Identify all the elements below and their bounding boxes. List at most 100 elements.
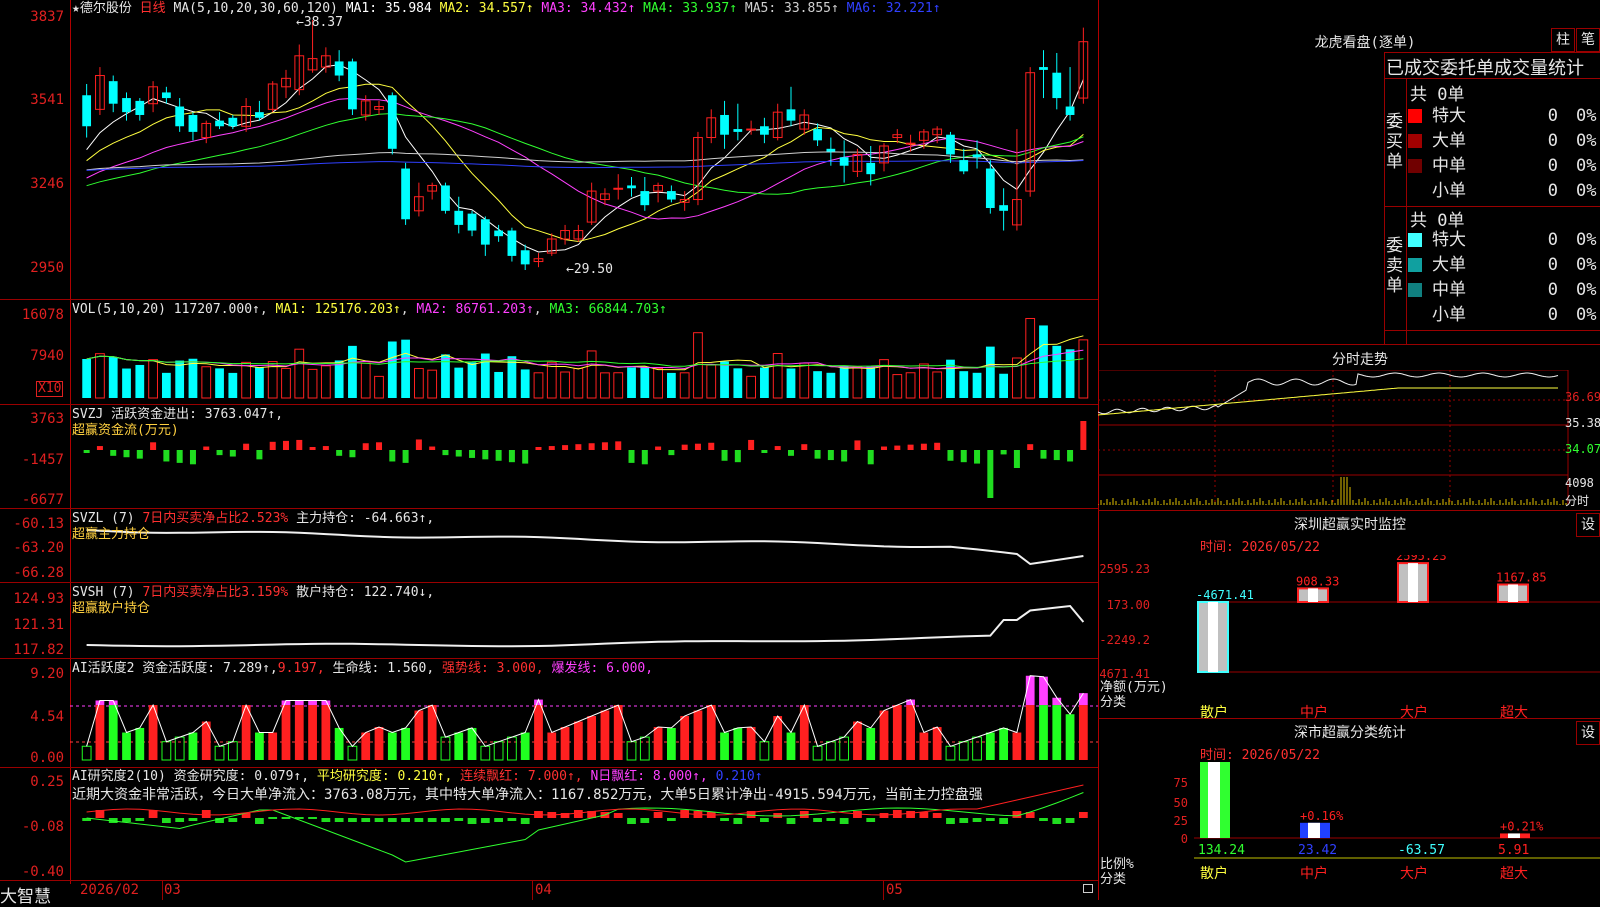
research-bar <box>348 818 357 822</box>
research-bar <box>122 818 131 822</box>
volume-bar <box>95 353 105 399</box>
research-bar <box>972 818 982 822</box>
flow-bar <box>243 443 250 450</box>
ytick: 75 <box>1174 776 1188 790</box>
activity-bar <box>361 732 371 760</box>
activity-bar <box>321 705 331 760</box>
volume-bar <box>533 372 544 399</box>
kline-chart-canvas[interactable] <box>0 0 1098 884</box>
flow-bar <box>934 442 941 450</box>
intraday-chart[interactable] <box>1098 370 1600 510</box>
intraday-price-line <box>1098 372 1559 415</box>
research-bar <box>161 818 171 823</box>
activity-bar <box>825 741 836 761</box>
research-bar <box>401 818 410 822</box>
candle-body <box>401 168 410 220</box>
candle-body <box>228 117 238 127</box>
flow-bar <box>947 450 954 461</box>
ma-legend-item: MA2: 34.557↑ <box>431 1 534 16</box>
flow-bar <box>881 446 888 450</box>
intraday-title: 分时走势 <box>1332 352 1388 368</box>
activity-bar <box>1012 732 1022 760</box>
lock-icon[interactable] <box>1083 884 1093 893</box>
order-count: 0 <box>1547 280 1558 300</box>
main-legend: ★德尔股份 日线 MA(5,10,20,30,60,120) MA1: 35.9… <box>72 1 941 17</box>
classify-settings-button[interactable]: 设 <box>1576 721 1600 745</box>
flow-bar <box>748 439 755 450</box>
volume-bar <box>679 372 690 399</box>
flow-bar <box>655 446 662 450</box>
flow-bar <box>495 450 502 461</box>
order-count: 0 <box>1547 106 1558 126</box>
research-bar <box>919 812 929 818</box>
favorite-star-icon[interactable]: ★ <box>72 1 80 16</box>
activity-bar <box>281 705 291 760</box>
volume-bar <box>600 372 610 399</box>
flow-bar <box>734 450 741 463</box>
flow-bar <box>376 442 383 450</box>
order-stat-row: 特大 0 0% <box>1408 228 1600 252</box>
activity-bar <box>733 727 743 760</box>
research-bar <box>760 818 769 822</box>
research-bar <box>480 818 490 823</box>
flow-bar <box>601 442 608 450</box>
intraday-vol-unit: 分时 <box>1565 494 1590 508</box>
volume-bar <box>546 361 557 399</box>
candle-body <box>613 187 624 190</box>
research-bar <box>786 818 796 824</box>
intraday-avg-line <box>1098 387 1558 416</box>
activity-bar <box>1039 705 1048 760</box>
flow-bar <box>1067 450 1074 462</box>
volume-bar <box>573 367 584 399</box>
color-swatch <box>1408 134 1422 148</box>
research-bar <box>946 818 955 824</box>
flow-bar <box>189 450 196 465</box>
candle-body <box>454 210 464 225</box>
flow-bar <box>469 450 476 458</box>
pen-view-button[interactable]: 笔 <box>1576 28 1600 52</box>
period-label[interactable]: 日线 <box>140 1 166 16</box>
flow-bar <box>482 450 489 460</box>
research-bar <box>334 818 344 822</box>
flow-bar <box>774 446 781 450</box>
activity-bar <box>401 727 410 760</box>
activity-bar <box>958 741 969 761</box>
flow-bar <box>163 450 170 462</box>
research-bar <box>175 818 185 822</box>
ratio-value: 5.91 <box>1498 843 1529 858</box>
order-percent: 0% <box>1576 280 1597 300</box>
svzj-legend: SVZJ 活跃资金进出: 3763.047↑, 超赢资金流(万元) <box>72 407 284 438</box>
flow-bar <box>787 450 794 456</box>
order-type: 小单 <box>1432 305 1466 325</box>
ratio-bar-highlight <box>1508 833 1520 838</box>
ratio-value: 134.24 <box>1198 843 1245 858</box>
candle-body <box>82 95 92 127</box>
activity-bar <box>879 710 889 760</box>
activity-bar <box>1078 705 1088 760</box>
flow-bar <box>136 450 143 459</box>
bar-view-button[interactable]: 柱 <box>1551 28 1575 52</box>
volume-bar <box>228 372 238 398</box>
flow-bar <box>721 450 728 461</box>
monitor-settings-button[interactable]: 设 <box>1576 513 1600 537</box>
ratio-label: +0.21% <box>1500 819 1544 833</box>
ratio-bar-highlight <box>1208 762 1220 838</box>
flow-bar <box>894 445 901 450</box>
flow-bar <box>455 450 462 457</box>
research-bar <box>414 818 424 822</box>
candle-body <box>467 213 477 231</box>
volume-bar <box>746 375 757 399</box>
candle-body <box>999 205 1009 211</box>
ma-line <box>86 97 1084 220</box>
candle-body <box>387 95 397 149</box>
activity-bar <box>1025 705 1035 760</box>
candle-body <box>640 191 650 206</box>
svsh-subtitle: 超赢散户持仓 <box>72 601 151 616</box>
activity-bar <box>440 736 451 761</box>
flow-bar <box>203 446 210 450</box>
order-type: 中单 <box>1432 156 1466 176</box>
flow-bar <box>987 450 994 498</box>
research-bar <box>653 812 663 818</box>
candle-body <box>507 230 517 256</box>
flow-bar <box>628 450 635 463</box>
